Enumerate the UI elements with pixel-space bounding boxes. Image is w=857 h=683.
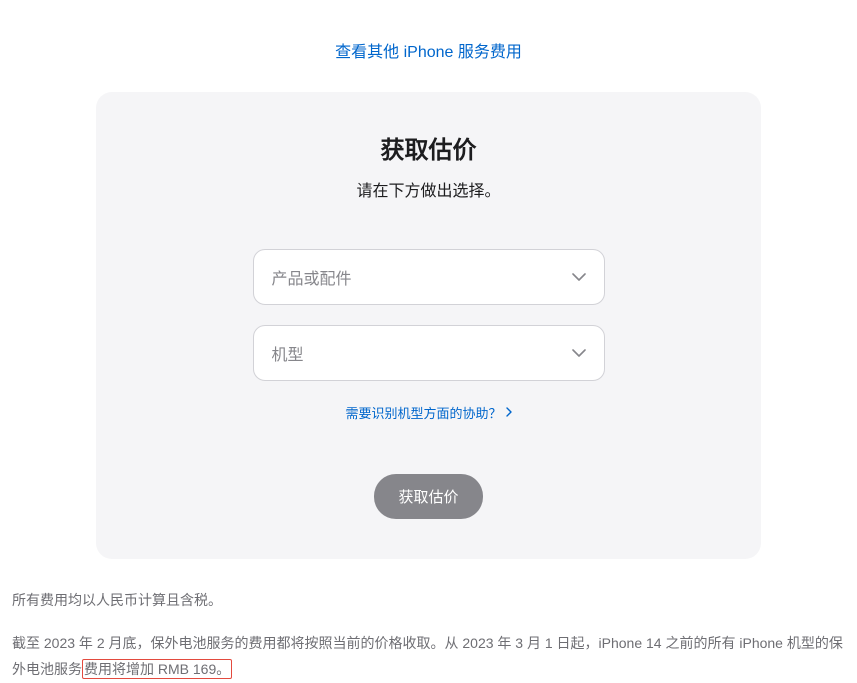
chevron-right-icon (506, 406, 512, 420)
model-select[interactable]: 机型 (253, 325, 605, 381)
card-subtitle: 请在下方做出选择。 (146, 177, 711, 201)
get-estimate-button[interactable]: 获取估价 (374, 474, 482, 519)
model-select-wrap: 机型 (253, 325, 605, 381)
estimate-card: 获取估价 请在下方做出选择。 产品或配件 机型 需要识别机型方面的协助？ (96, 92, 761, 559)
help-link-label: 需要识别机型方面的协助？ (345, 403, 501, 422)
footer-note-text-2: 务 (68, 661, 82, 677)
product-select-wrap: 产品或配件 (253, 249, 605, 305)
other-service-fees-link[interactable]: 查看其他 iPhone 服务费用 (335, 44, 522, 61)
footer-highlight: 费用将增加 RMB 169。 (82, 659, 232, 679)
chevron-down-icon (572, 349, 586, 357)
top-link-row: 查看其他 iPhone 服务费用 (10, 0, 847, 92)
model-select-placeholder: 机型 (272, 341, 304, 365)
footer-price-change-note: 截至 2023 年 2 月底，保外电池服务的费用都将按照当前的价格收取。从 20… (10, 622, 847, 683)
product-select[interactable]: 产品或配件 (253, 249, 605, 305)
footer-currency-note: 所有费用均以人民币计算且含税。 (10, 579, 847, 622)
card-title: 获取估价 (146, 130, 711, 165)
submit-row: 获取估价 (146, 474, 711, 519)
identify-model-help-link[interactable]: 需要识别机型方面的协助？ (345, 403, 511, 422)
chevron-down-icon (572, 273, 586, 281)
product-select-placeholder: 产品或配件 (272, 265, 352, 289)
